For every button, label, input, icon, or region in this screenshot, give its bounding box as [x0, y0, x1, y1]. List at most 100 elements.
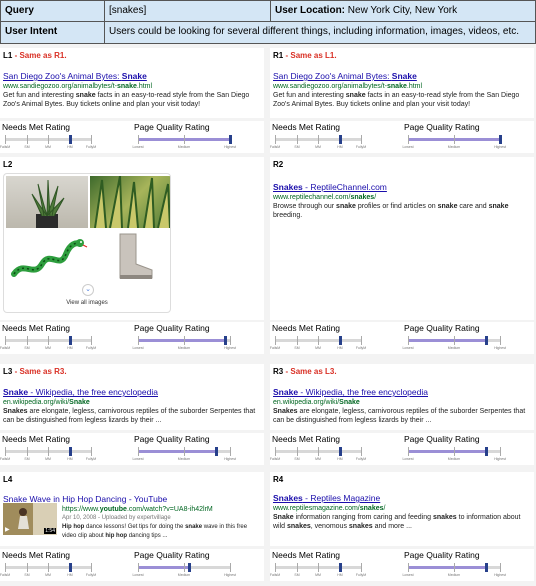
- slider-knob[interactable]: [69, 135, 72, 144]
- query-value: [snakes]: [105, 1, 271, 21]
- result-title-link[interactable]: Snake - Wikipedia, the free encyclopedia: [3, 387, 261, 398]
- page-quality-slider[interactable]: Lowest Medium Highest: [132, 563, 236, 578]
- panel-r1: R1 - Same as L1. San Diego Zoo's Animal …: [270, 48, 534, 118]
- needs-met-label: Needs Met Rating: [272, 550, 341, 560]
- slider-knob[interactable]: [339, 135, 342, 144]
- slider-fill: [138, 339, 225, 342]
- slider-knob[interactable]: [69, 336, 72, 345]
- result-snippet: Snakes are elongate, legless, carnivorou…: [273, 408, 526, 424]
- slider-knob[interactable]: [339, 563, 342, 572]
- slider-tick: [27, 135, 28, 144]
- result-title-link[interactable]: San Diego Zoo's Animal Bytes: Snake: [3, 71, 261, 82]
- slider-fill: [138, 566, 189, 569]
- panel-label: L2: [3, 160, 13, 169]
- slider-tick-label: Medium: [177, 573, 191, 577]
- slider-tick-label: Lowest: [402, 145, 414, 149]
- result-title-link[interactable]: Snake - Wikipedia, the free encyclopedia: [273, 387, 531, 398]
- result-title-link[interactable]: Snakes - Reptiles Magazine: [273, 493, 531, 504]
- slider-tick-label: FullyM: [85, 145, 97, 149]
- slider-tick-label: FailsM: [269, 346, 281, 350]
- slider-knob[interactable]: [69, 447, 72, 456]
- slider-knob[interactable]: [69, 563, 72, 572]
- slider-knob[interactable]: [485, 563, 488, 572]
- rating-row: Needs Met Rating Page Quality Rating Fails…: [0, 121, 264, 153]
- slider-tick-label: Highest: [224, 457, 236, 461]
- slider-knob[interactable]: [499, 135, 502, 144]
- result-snippet: Hip hop dance lessons! Get tips for doin…: [62, 524, 248, 539]
- slider-tick-label: FullyM: [355, 457, 367, 461]
- video-thumbnail[interactable]: ▶ 1:54: [3, 503, 57, 535]
- slider-tick-label: FailsM: [0, 457, 11, 461]
- search-result: Snakes - Reptiles Magazine www.reptilesm…: [273, 493, 531, 531]
- slider-tick: [27, 447, 28, 456]
- slider-fill: [138, 450, 216, 453]
- slider-tick: [408, 447, 409, 456]
- slider-tick: [48, 336, 49, 345]
- slider-tick-label: HM: [337, 457, 343, 461]
- slider-tick-label: MM: [45, 346, 51, 350]
- result-title-link[interactable]: San Diego Zoo's Animal Bytes: Snake: [273, 71, 531, 82]
- slider-tick-label: FailsM: [269, 457, 281, 461]
- slider-tick-label: Medium: [447, 346, 461, 350]
- slider-tick-label: HM: [337, 145, 343, 149]
- image-boot[interactable]: [90, 230, 170, 282]
- slider-tick-label: FullyM: [85, 573, 97, 577]
- needs-met-slider[interactable]: FailsM SM MM HM FullyM: [0, 563, 97, 578]
- needs-met-slider[interactable]: FailsM SM MM HM FullyM: [270, 135, 366, 150]
- result-url: https://www.youtube.com/watch?v=UA8-ih42…: [62, 506, 213, 513]
- slider-tick-label: FailsM: [269, 573, 281, 577]
- needs-met-slider[interactable]: FailsM SM MM HM FullyM: [0, 135, 97, 150]
- slider-tick-label: SM: [294, 457, 300, 461]
- slider-knob[interactable]: [188, 563, 191, 572]
- slider-tick: [454, 336, 455, 345]
- needs-met-slider[interactable]: FailsM SM MM HM FullyM: [269, 336, 366, 351]
- needs-met-label: Needs Met Rating: [272, 122, 341, 132]
- slider-tick: [318, 447, 319, 456]
- slider-tick-label: Highest: [494, 346, 506, 350]
- slider-knob[interactable]: [339, 336, 342, 345]
- needs-met-slider[interactable]: FailsM SM MM HM FullyM: [269, 447, 367, 462]
- image-cartoon-snake[interactable]: [6, 230, 88, 282]
- slider-knob[interactable]: [224, 336, 227, 345]
- slider-knob[interactable]: [215, 447, 218, 456]
- slider-tick: [275, 135, 276, 144]
- panel-label: L3 - Same as R3.: [3, 367, 67, 376]
- panel-label: R4: [273, 475, 284, 484]
- slider-tick-label: MM: [315, 573, 321, 577]
- page-quality-slider[interactable]: Lowest Medium Highest: [132, 447, 236, 462]
- slider-tick: [408, 135, 409, 144]
- slider-tick: [408, 563, 409, 572]
- slider-knob[interactable]: [339, 447, 342, 456]
- slider-knob[interactable]: [485, 336, 488, 345]
- needs-met-label: Needs Met Rating: [2, 434, 71, 444]
- slider-tick: [318, 336, 319, 345]
- rating-row: Needs Met Rating Page Quality Rating Fails…: [0, 322, 264, 354]
- slider-knob[interactable]: [485, 447, 488, 456]
- slider-tick-label: HM: [67, 346, 73, 350]
- slider-tick: [297, 563, 298, 572]
- chevron-down-icon[interactable]: ⌄: [82, 284, 94, 296]
- page-quality-slider[interactable]: Lowest Medium Highest: [402, 563, 506, 578]
- page-quality-slider[interactable]: Lowest Medium Highest: [132, 336, 236, 351]
- needs-met-slider[interactable]: FailsM SM MM HM FullyM: [0, 336, 96, 351]
- result-url: en.wikipedia.org/wiki/Snake: [273, 399, 360, 406]
- needs-met-slider[interactable]: FailsM SM MM HM FullyM: [0, 447, 96, 462]
- location-label: User Location:: [275, 5, 346, 16]
- result-title-link[interactable]: Snakes - ReptileChannel.com: [273, 182, 531, 193]
- page-quality-label: Page Quality Rating: [404, 434, 480, 444]
- page-quality-slider[interactable]: Lowest Medium Highest: [402, 447, 506, 462]
- image-snake-plant[interactable]: [6, 176, 88, 228]
- page-quality-slider[interactable]: Lowest Medium Highest: [402, 336, 506, 351]
- needs-met-slider[interactable]: FailsM SM MM HM FullyM: [269, 563, 366, 578]
- page-quality-slider[interactable]: Lowest Medium Highest: [402, 135, 506, 150]
- slider-fill: [408, 450, 486, 453]
- slider-tick: [230, 447, 231, 456]
- image-snake-plants-garden[interactable]: [90, 176, 170, 228]
- slider-knob[interactable]: [229, 135, 232, 144]
- slider-tick: [91, 447, 92, 456]
- result-snippet: Get fun and interesting snake facts in a…: [3, 92, 250, 108]
- image-pack[interactable]: ⌄ View all images: [3, 173, 171, 313]
- page-quality-slider[interactable]: Lowest Medium Highest: [132, 135, 236, 150]
- slider-tick: [500, 447, 501, 456]
- view-all-images-link[interactable]: View all images: [4, 300, 170, 306]
